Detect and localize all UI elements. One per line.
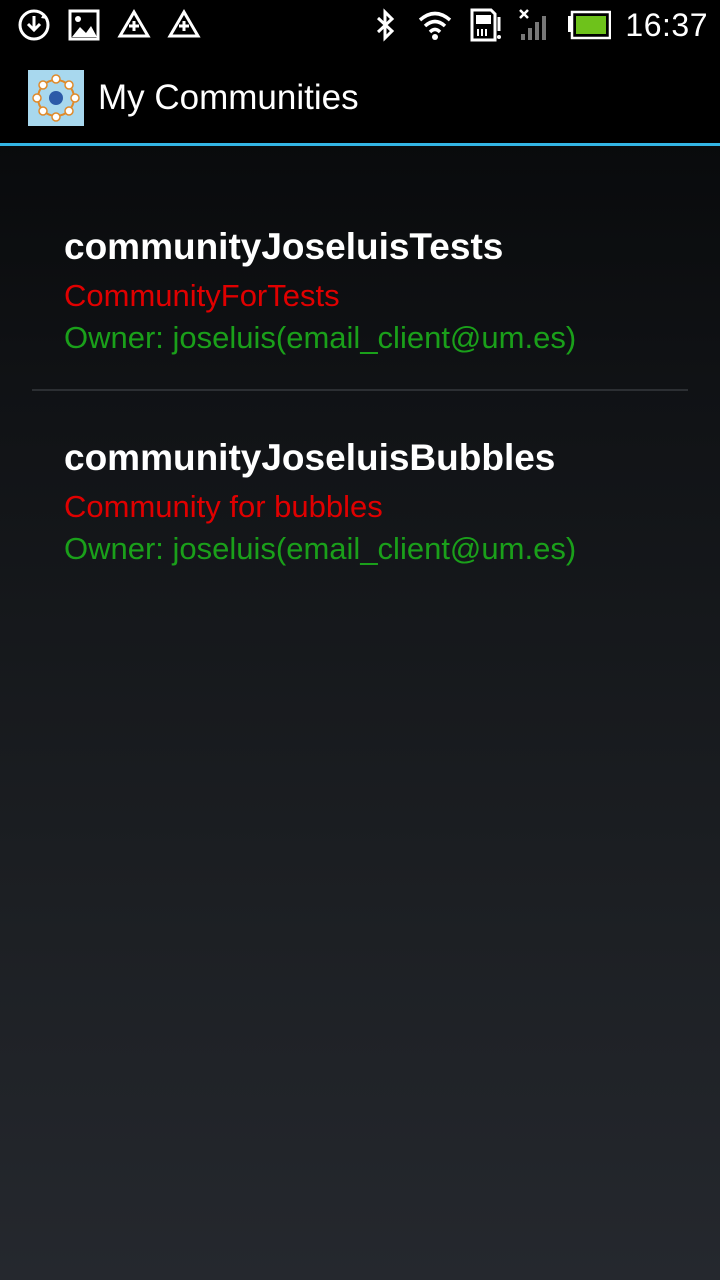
community-description: CommunityForTests <box>64 278 340 313</box>
community-description: Community for bubbles <box>64 489 383 524</box>
sd-card-alert-icon <box>467 7 503 43</box>
list-item[interactable]: communityJoseluisTests CommunityForTests… <box>32 146 688 389</box>
wifi-icon <box>417 7 453 43</box>
community-list: communityJoseluisTests CommunityForTests… <box>0 146 720 601</box>
app-logo-icon[interactable] <box>28 70 84 126</box>
clock: 16:37 <box>625 6 708 43</box>
status-right-icons: 16:37 <box>367 0 708 50</box>
status-left-icons <box>16 0 202 50</box>
community-name: communityJoseluisTests <box>64 226 504 267</box>
signal-off-icon <box>517 7 553 43</box>
gallery-icon <box>66 7 102 43</box>
status-bar: 16:37 <box>0 0 720 50</box>
recycle-icon <box>166 7 202 43</box>
community-name: communityJoseluisBubbles <box>64 437 556 478</box>
bluetooth-icon <box>367 7 403 43</box>
community-owner: Owner: joseluis(email_client@um.es) <box>64 320 577 355</box>
recycle-icon <box>116 7 152 43</box>
list-item[interactable]: communityJoseluisBubbles Community for b… <box>32 389 688 601</box>
sync-download-icon <box>16 7 52 43</box>
action-bar: My Communities <box>0 50 720 146</box>
page-title: My Communities <box>98 78 359 117</box>
screen: 16:37 My Communities communityJoseluisTe… <box>0 0 720 1280</box>
battery-icon <box>567 7 612 43</box>
community-owner: Owner: joseluis(email_client@um.es) <box>64 531 577 566</box>
